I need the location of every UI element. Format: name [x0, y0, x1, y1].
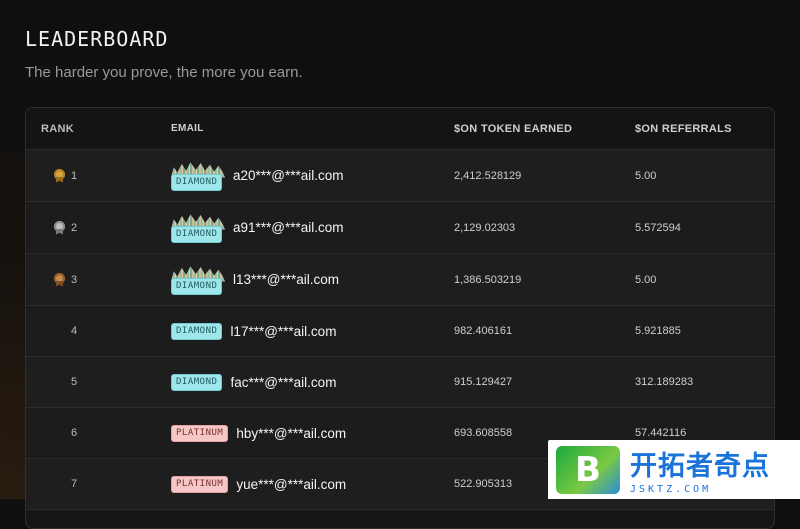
tier-badge-label: DIAMOND [171, 322, 223, 340]
rank-number: 3 [71, 273, 78, 286]
email-cell: DIAMOND l13***@***ail.com [171, 265, 454, 295]
tokens-earned: 982.406161 [454, 325, 513, 337]
tokens-earned: 1,386.503219 [454, 273, 522, 286]
referrals-earned: 5.00 [635, 169, 657, 182]
user-email: fac***@***ail.com [230, 374, 337, 390]
rank-cell: 5 [26, 376, 171, 388]
email-cell: DIAMOND a20***@***ail.com [171, 161, 454, 191]
referrals-earned: 312.189283 [635, 376, 694, 388]
user-email: a20***@***ail.com [233, 168, 344, 183]
tier-badge-label: DIAMOND [171, 373, 223, 391]
watermark-mark: B [575, 449, 601, 490]
page-title: LEADERBOARD [25, 27, 169, 51]
email-cell: PLATINUM hby***@***ail.com [171, 424, 454, 442]
watermark-logo: B 开拓者奇点 JSKTZ.COM [548, 440, 800, 499]
silver-medal-icon [54, 220, 65, 235]
gold-medal-icon [54, 168, 65, 183]
watermark-text: 开拓者奇点 JSKTZ.COM [630, 444, 770, 495]
tokens-earned: 915.129427 [454, 376, 513, 388]
referrals-earned: 5.572594 [635, 221, 681, 234]
rank-number: 7 [71, 478, 78, 490]
tier-badge-label: PLATINUM [171, 424, 229, 442]
rank-number: 2 [71, 221, 78, 234]
column-header-rank: RANK [41, 122, 74, 135]
tier-badge: DIAMOND [171, 161, 225, 191]
table-row: 2 DIAMOND a91***@***ail.com 2,129.02303 … [26, 202, 774, 254]
table-row: 4 DIAMOND l17***@***ail.com 982.406161 5… [26, 306, 774, 357]
column-header-email: EMAIL [171, 123, 204, 134]
watermark-url: JSKTZ.COM [630, 484, 712, 495]
email-cell: DIAMOND a91***@***ail.com [171, 213, 454, 243]
user-email: l13***@***ail.com [233, 272, 340, 287]
column-header-tokens: $ON TOKEN EARNED [454, 122, 573, 135]
rank-cell: 4 [26, 325, 171, 337]
rank-cell: 6 [26, 427, 171, 439]
referrals-earned: 57.442116 [635, 427, 687, 439]
referrals-earned: 5.00 [635, 273, 657, 286]
page-subtitle: The harder you prove, the more you earn. [25, 64, 303, 81]
tokens-earned: 2,129.02303 [454, 221, 516, 234]
rank-number: 4 [71, 325, 78, 337]
tier-badge-label: DIAMOND [171, 225, 223, 243]
tier-badge-label: PLATINUM [171, 475, 229, 493]
tier-badge-label: DIAMOND [171, 277, 223, 295]
rank-cell: 2 [26, 220, 171, 235]
tokens-earned: 693.608558 [454, 427, 513, 439]
rank-number: 6 [71, 427, 78, 439]
table-row: 1 DIAMOND a20***@***ail.com 2,412.528129… [26, 150, 774, 202]
rank-number: 5 [71, 376, 78, 388]
tier-badge: DIAMOND [171, 213, 225, 243]
table-header: RANK EMAIL $ON TOKEN EARNED $ON REFERRAL… [26, 108, 774, 150]
rank-cell: 1 [26, 168, 171, 183]
rank-cell: 7 [26, 478, 171, 490]
email-cell: DIAMOND fac***@***ail.com [171, 373, 454, 391]
user-email: a91***@***ail.com [233, 220, 344, 235]
rank-number: 1 [71, 169, 78, 182]
rank-cell: 3 [26, 272, 171, 287]
watermark-name: 开拓者奇点 [630, 451, 770, 482]
column-header-referrals: $ON REFERRALS [635, 122, 732, 135]
user-email: hby***@***ail.com [236, 425, 347, 441]
user-email: yue***@***ail.com [236, 476, 347, 492]
email-cell: PLATINUM yue***@***ail.com [171, 475, 454, 493]
table-row: 5 DIAMOND fac***@***ail.com 915.129427 3… [26, 357, 774, 408]
table-row: 3 DIAMOND l13***@***ail.com 1,386.503219… [26, 254, 774, 306]
watermark-b-icon: B [556, 445, 620, 494]
tier-badge: DIAMOND [171, 265, 225, 295]
referrals-earned: 5.921885 [635, 325, 681, 337]
email-cell: DIAMOND l17***@***ail.com [171, 322, 454, 340]
tokens-earned: 2,412.528129 [454, 169, 522, 182]
bronze-medal-icon [54, 272, 65, 287]
tier-badge-label: DIAMOND [171, 173, 223, 191]
user-email: l17***@***ail.com [230, 323, 337, 339]
